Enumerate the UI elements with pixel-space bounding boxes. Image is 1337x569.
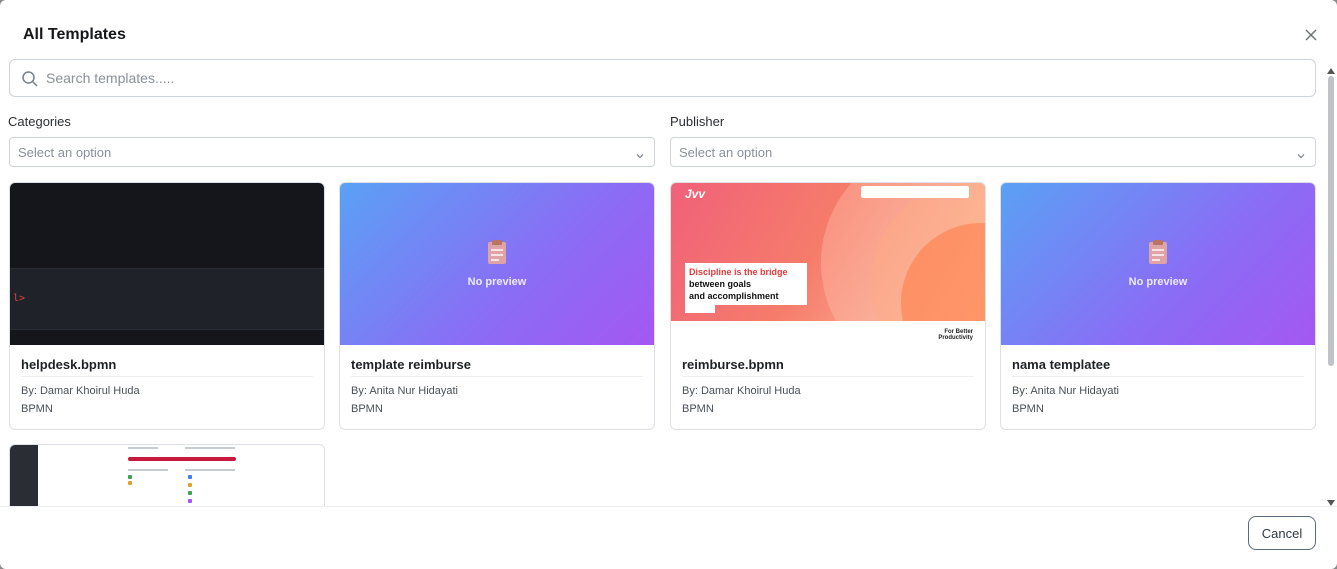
template-preview-placeholder: No preview <box>340 183 654 345</box>
publisher-label: Publisher <box>670 114 725 129</box>
templates-grid: l> helpdesk.bpmn By: Damar Khoirul Huda … <box>0 176 1325 506</box>
template-card[interactable]: l> helpdesk.bpmn By: Damar Khoirul Huda … <box>9 182 325 430</box>
template-type: BPMN <box>682 403 714 415</box>
publisher-select[interactable]: Select an option <box>670 137 1316 167</box>
template-name: reimburse.bpmn <box>682 357 784 372</box>
template-preview-image: l> <box>10 183 324 345</box>
template-name: template reimburse <box>351 357 471 372</box>
publisher-select-value: Select an option <box>679 145 773 160</box>
clipboard-icon <box>1147 239 1169 265</box>
preview-tagline: For Better Productivity <box>938 329 973 341</box>
search-box <box>9 59 1316 97</box>
scroll-down-icon[interactable] <box>1327 494 1335 506</box>
no-preview-text: No preview <box>467 276 527 288</box>
template-card[interactable]: No preview template reimburse By: Anita … <box>339 182 655 430</box>
template-author: By: Damar Khoirul Huda <box>682 385 801 397</box>
scrollbar[interactable] <box>1325 60 1337 506</box>
template-type: BPMN <box>21 403 53 415</box>
scrollbar-thumb[interactable] <box>1328 76 1334 366</box>
categories-select-value: Select an option <box>18 145 112 160</box>
close-icon[interactable] <box>1302 26 1320 44</box>
modal-title: All Templates <box>23 26 126 43</box>
template-preview-placeholder: No preview <box>1001 183 1315 345</box>
cancel-button[interactable]: Cancel <box>1248 516 1316 550</box>
template-author: By: Anita Nur Hidayati <box>1012 385 1119 397</box>
modal-footer: Cancel <box>0 506 1337 569</box>
search-icon <box>21 70 39 88</box>
no-preview-text: No preview <box>1128 276 1188 288</box>
template-preview-image: Jvv Discipline is the bridge between goa… <box>671 183 985 345</box>
all-templates-modal: All Templates Categories Select an optio… <box>0 0 1337 569</box>
chevron-down-icon <box>1296 148 1306 159</box>
preview-prompt-text: l> <box>13 293 26 304</box>
clipboard-icon <box>486 239 508 265</box>
search-input[interactable] <box>46 68 1296 88</box>
template-author: By: Damar Khoirul Huda <box>21 385 140 397</box>
template-author: By: Anita Nur Hidayati <box>351 385 458 397</box>
template-card[interactable]: No preview nama templatee By: Anita Nur … <box>1000 182 1316 430</box>
preview-quote: Discipline is the bridge between goals a… <box>685 263 807 305</box>
template-type: BPMN <box>351 403 383 415</box>
template-preview-image <box>10 445 38 506</box>
template-name: helpdesk.bpmn <box>21 357 117 372</box>
categories-select[interactable]: Select an option <box>9 137 655 167</box>
categories-label: Categories <box>8 114 71 129</box>
template-card[interactable]: Jvv Discipline is the bridge between goa… <box>670 182 986 430</box>
scroll-up-icon[interactable] <box>1327 62 1335 74</box>
template-name: nama templatee <box>1012 357 1111 372</box>
chevron-down-icon <box>635 148 645 159</box>
template-card[interactable] <box>9 444 325 506</box>
template-type: BPMN <box>1012 403 1044 415</box>
